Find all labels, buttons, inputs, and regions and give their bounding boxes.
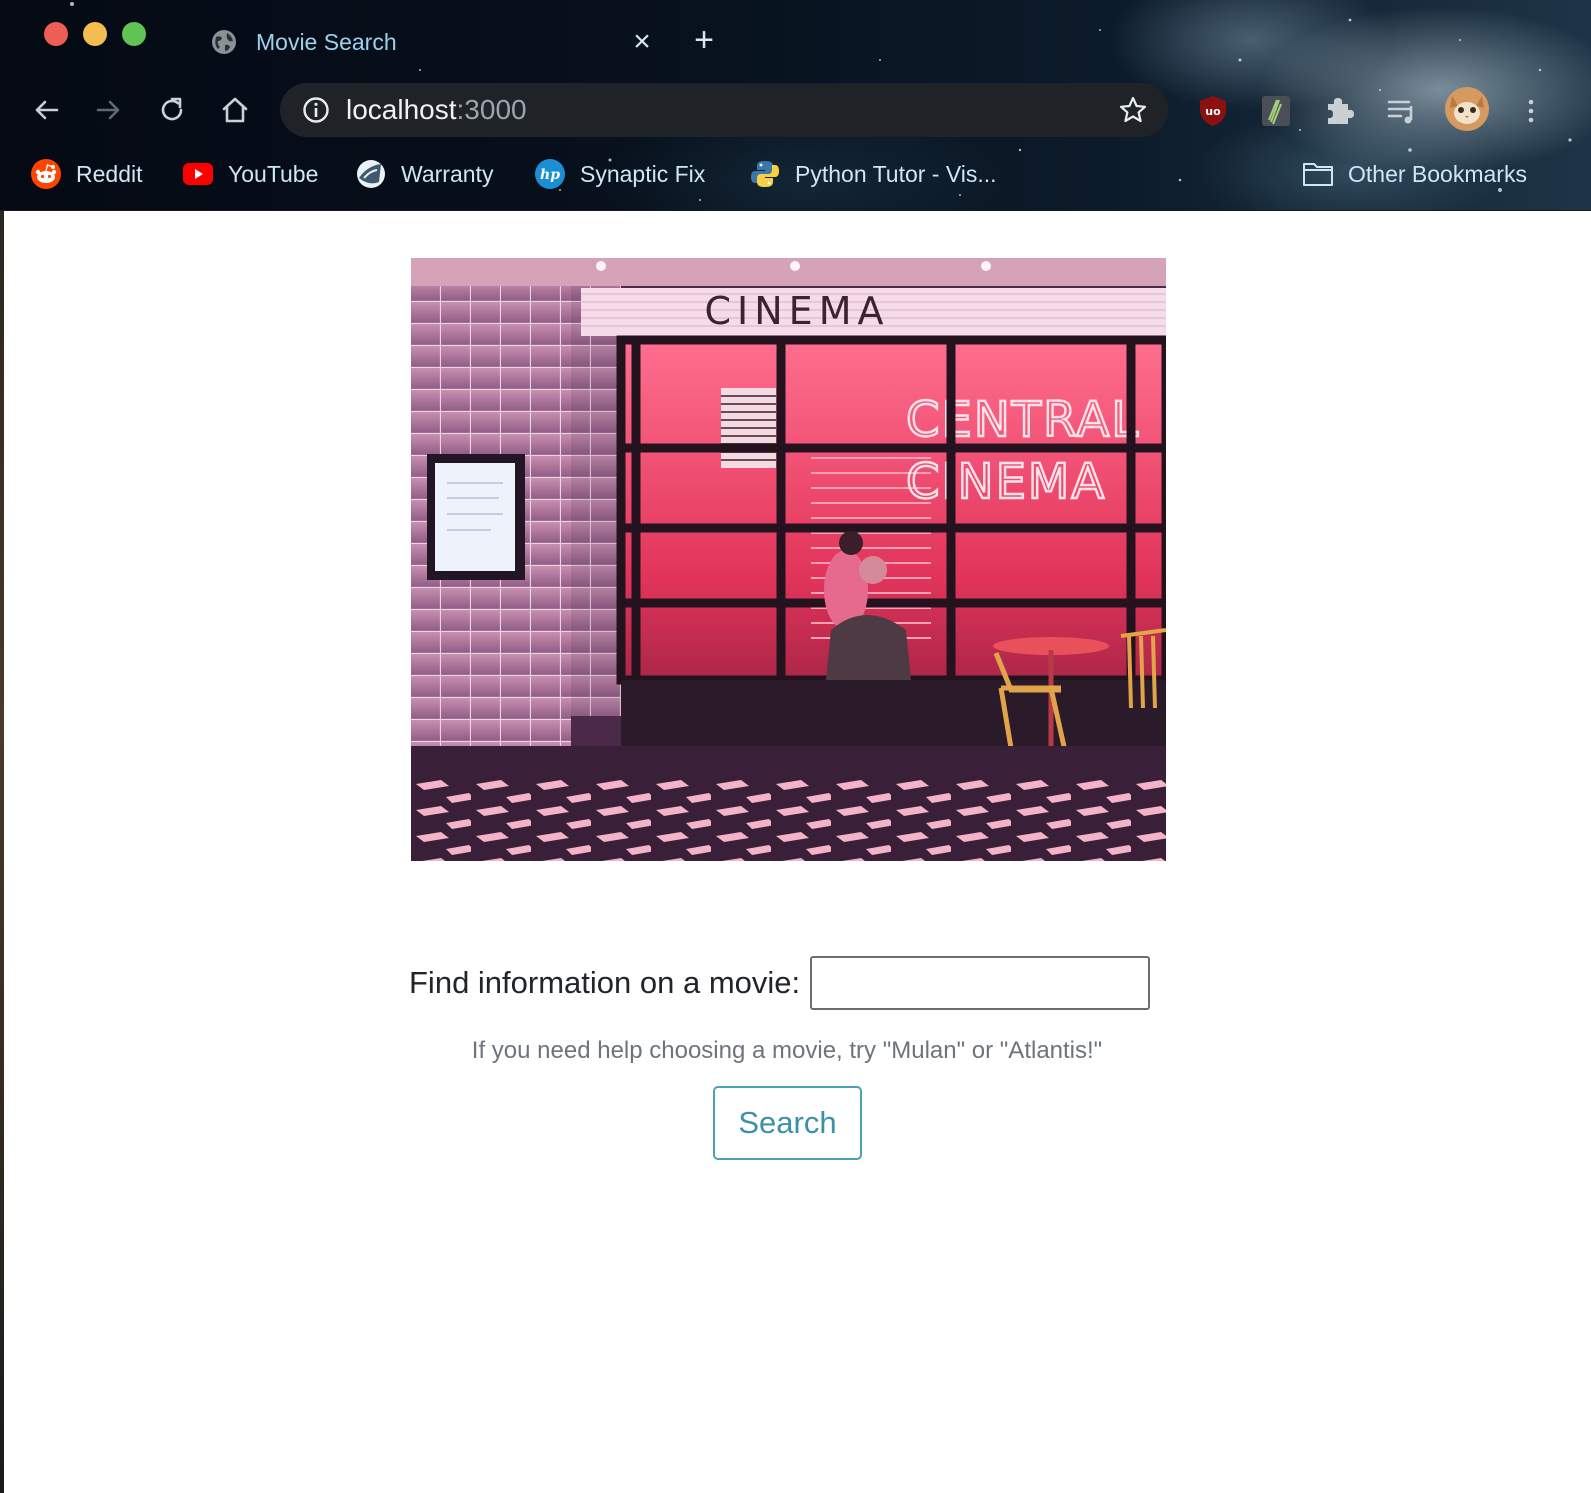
bookmark-warranty[interactable]: Warranty — [355, 156, 493, 192]
profile-avatar-icon[interactable] — [1444, 86, 1490, 132]
bookmarks-bar: Reddit YouTube Warranty hp Synaptic Fix … — [0, 148, 1591, 200]
forward-button[interactable] — [89, 90, 129, 130]
hp-icon: hp — [534, 158, 566, 190]
home-icon — [222, 97, 248, 123]
url-text[interactable]: localhost:3000 — [346, 94, 1118, 126]
youtube-icon — [182, 158, 214, 190]
svg-text:uo: uo — [1205, 105, 1221, 118]
page-content: CINEMA CENTRAL CINEMA Find information o… — [4, 211, 1591, 1493]
python-icon — [749, 158, 781, 190]
puzzle-piece-icon[interactable] — [1320, 92, 1358, 130]
bookmark-label: Warranty — [401, 160, 494, 187]
arrow-right-icon — [96, 100, 120, 120]
reddit-icon — [30, 158, 62, 190]
extensions-puzzle-icon — [1328, 98, 1354, 124]
search-help-text: If you need help choosing a movie, try "… — [471, 1037, 1103, 1064]
bookmark-reddit[interactable]: Reddit — [30, 156, 142, 192]
arrow-left-icon — [35, 100, 59, 120]
url-host: localhost — [346, 94, 457, 125]
maximize-window-button[interactable] — [122, 22, 146, 46]
bookmark-label: YouTube — [228, 160, 319, 187]
home-button[interactable] — [215, 90, 255, 130]
bookmark-label: Python Tutor - Vis... — [795, 160, 997, 187]
bookmark-label: Synaptic Fix — [580, 160, 706, 187]
extension-icon[interactable] — [1257, 92, 1295, 130]
cat-avatar-icon — [1445, 87, 1489, 131]
new-tab-button[interactable]: + — [686, 22, 722, 58]
reload-icon — [161, 97, 183, 121]
neon-cinema-text: CINEMA — [906, 454, 1106, 510]
movie-search-input[interactable] — [810, 956, 1151, 1010]
close-tab-icon[interactable]: × — [624, 27, 660, 57]
address-bar[interactable]: localhost:3000 — [280, 83, 1168, 137]
more-menu-icon[interactable] — [1512, 92, 1550, 130]
neon-central-text: CENTRAL — [906, 392, 1140, 448]
warranty-icon — [355, 158, 387, 190]
cinema-storefront-illustration: CINEMA CENTRAL CINEMA — [411, 258, 1166, 861]
minimize-window-button[interactable] — [83, 22, 107, 46]
svg-text:hp: hp — [540, 167, 560, 183]
cinema-hero-image: CINEMA CENTRAL CINEMA — [411, 258, 1166, 861]
tab-movie-search[interactable]: Movie Search × — [190, 14, 660, 70]
bookmark-youtube[interactable]: YouTube — [182, 156, 318, 192]
browser-window: Movie Search × + localhost:3000 uo Reddi… — [0, 0, 1591, 1493]
window-controls — [44, 22, 146, 46]
kebab-menu-icon — [1528, 99, 1534, 123]
cinema-sign-text: CINEMA — [705, 289, 890, 333]
leaf-extension-icon — [1262, 96, 1290, 126]
bookmark-python-tutor[interactable]: Python Tutor - Vis... — [749, 156, 997, 192]
reload-button[interactable] — [152, 90, 192, 130]
back-button[interactable] — [26, 90, 66, 130]
globe-icon — [212, 30, 236, 54]
bookmark-star-icon[interactable] — [1118, 95, 1148, 125]
search-form: Find information on a movie: — [409, 956, 1151, 1010]
url-port: :3000 — [456, 94, 527, 125]
tab-title: Movie Search — [256, 28, 397, 55]
folder-icon — [1302, 158, 1334, 190]
search-button[interactable]: Search — [713, 1086, 862, 1160]
ublock-shield-icon: uo — [1200, 96, 1226, 126]
playlist-icon — [1387, 100, 1413, 124]
browser-chrome: Movie Search × + localhost:3000 uo Reddi… — [0, 0, 1591, 210]
media-queue-icon[interactable] — [1383, 92, 1421, 130]
ublock-origin-icon[interactable]: uo — [1194, 92, 1232, 130]
movie-search-label: Find information on a movie: — [409, 965, 801, 1000]
bookmark-other-bookmarks[interactable]: Other Bookmarks — [1302, 156, 1527, 192]
bookmark-label: Reddit — [76, 160, 143, 187]
info-icon[interactable] — [302, 96, 330, 124]
browser-toolbar: localhost:3000 uo — [0, 80, 1591, 140]
bookmark-label: Other Bookmarks — [1348, 160, 1527, 187]
close-window-button[interactable] — [44, 22, 68, 46]
bookmark-synaptic-fix[interactable]: hp Synaptic Fix — [534, 156, 705, 192]
